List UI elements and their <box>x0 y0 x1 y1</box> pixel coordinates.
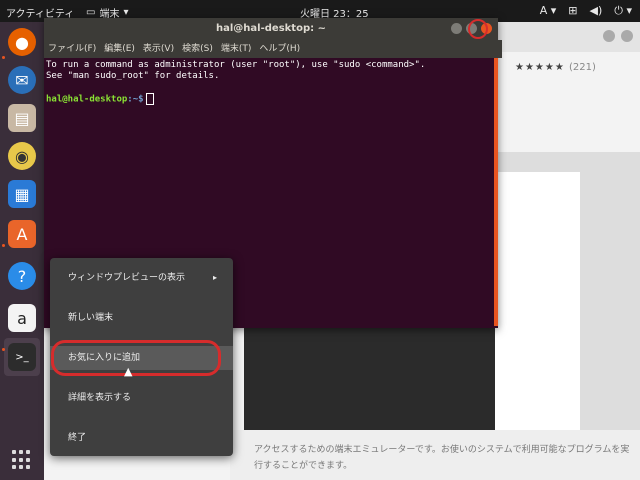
libreoffice-writer-icon[interactable]: ▦ <box>8 180 36 208</box>
menu-edit[interactable]: 編集(E) <box>104 40 135 58</box>
terminal-edge <box>494 58 498 326</box>
mouse-pointer-icon: ▲ <box>124 365 133 378</box>
menu-item-window-preview[interactable]: ウィンドウプレビューの表示 ▸ <box>50 266 233 290</box>
terminal-dock-item[interactable]: >_ <box>4 338 40 376</box>
volume-icon[interactable]: ◀) <box>590 4 603 18</box>
terminal-icon[interactable]: >_ <box>8 343 36 371</box>
files-icon[interactable]: ▤ <box>8 104 36 132</box>
terminal-line: To run a command as administrator (user … <box>46 60 426 70</box>
help-icon[interactable]: ? <box>8 262 36 290</box>
menu-item-show-details[interactable]: 詳細を表示する <box>50 386 233 410</box>
software-window: ★★★★★ (221) <box>495 22 640 480</box>
running-indicator <box>2 348 5 351</box>
rhythmbox-icon[interactable]: ◉ <box>8 142 36 170</box>
menu-view[interactable]: 表示(V) <box>143 40 174 58</box>
prompt-path: :~$ <box>127 94 144 105</box>
menu-help[interactable]: ヘルプ(H) <box>259 40 300 58</box>
minimize-icon[interactable] <box>451 23 462 34</box>
highlight-outline <box>51 340 221 376</box>
window-title: hal@hal-desktop: ~ <box>216 23 326 34</box>
cursor <box>145 93 154 105</box>
terminal-titlebar[interactable]: hal@hal-desktop: ~ <box>44 18 498 40</box>
dock: ● ✉ ▤ ◉ ▦ A ? a <box>0 22 44 480</box>
input-method-indicator[interactable]: A ▾ <box>540 4 557 18</box>
terminal-line: See "man sudo_root" for details. <box>46 71 220 81</box>
terminal-small-icon: ▭ <box>86 7 96 18</box>
menu-terminal[interactable]: 端末(T) <box>221 40 252 58</box>
close-icon[interactable] <box>621 30 633 42</box>
menu-item-quit[interactable]: 終了 <box>50 426 233 450</box>
software-icon[interactable]: A <box>8 220 36 248</box>
terminal-menubar: ファイル(F) 編集(E) 表示(V) 検索(S) 端末(T) ヘルプ(H) <box>44 40 502 58</box>
menu-search[interactable]: 検索(S) <box>182 40 213 58</box>
app-description: アクセスするための端末エミュレーターです。お使いのシステムで利用可能なプログラム… <box>254 445 630 471</box>
chevron-down-icon: ▾ <box>123 7 129 18</box>
rating-stars: ★★★★★ (221) <box>515 62 596 73</box>
thunderbird-icon[interactable]: ✉ <box>8 66 36 94</box>
prompt-user: hal@hal-desktop <box>46 94 128 105</box>
highlight-circle <box>468 19 488 39</box>
firefox-icon[interactable]: ● <box>8 28 36 56</box>
running-indicator <box>2 56 5 59</box>
system-tray[interactable]: A ▾ ⊞ ◀) ⏻ ▾ <box>540 4 632 18</box>
chevron-right-icon: ▸ <box>212 273 217 282</box>
minimize-icon[interactable] <box>603 30 615 42</box>
screenshot-preview <box>495 172 580 442</box>
terminal-prompt: hal@hal-desktop:~$ <box>46 93 494 106</box>
running-indicator <box>2 244 5 247</box>
menu-file[interactable]: ファイル(F) <box>48 40 96 58</box>
amazon-icon[interactable]: a <box>8 304 36 332</box>
show-apps-icon[interactable] <box>12 450 32 470</box>
software-titlebar <box>495 22 640 52</box>
power-icon[interactable]: ⏻ ▾ <box>614 4 632 18</box>
network-icon[interactable]: ⊞ <box>568 4 577 18</box>
menu-item-new-terminal[interactable]: 新しい端末 <box>50 306 233 330</box>
